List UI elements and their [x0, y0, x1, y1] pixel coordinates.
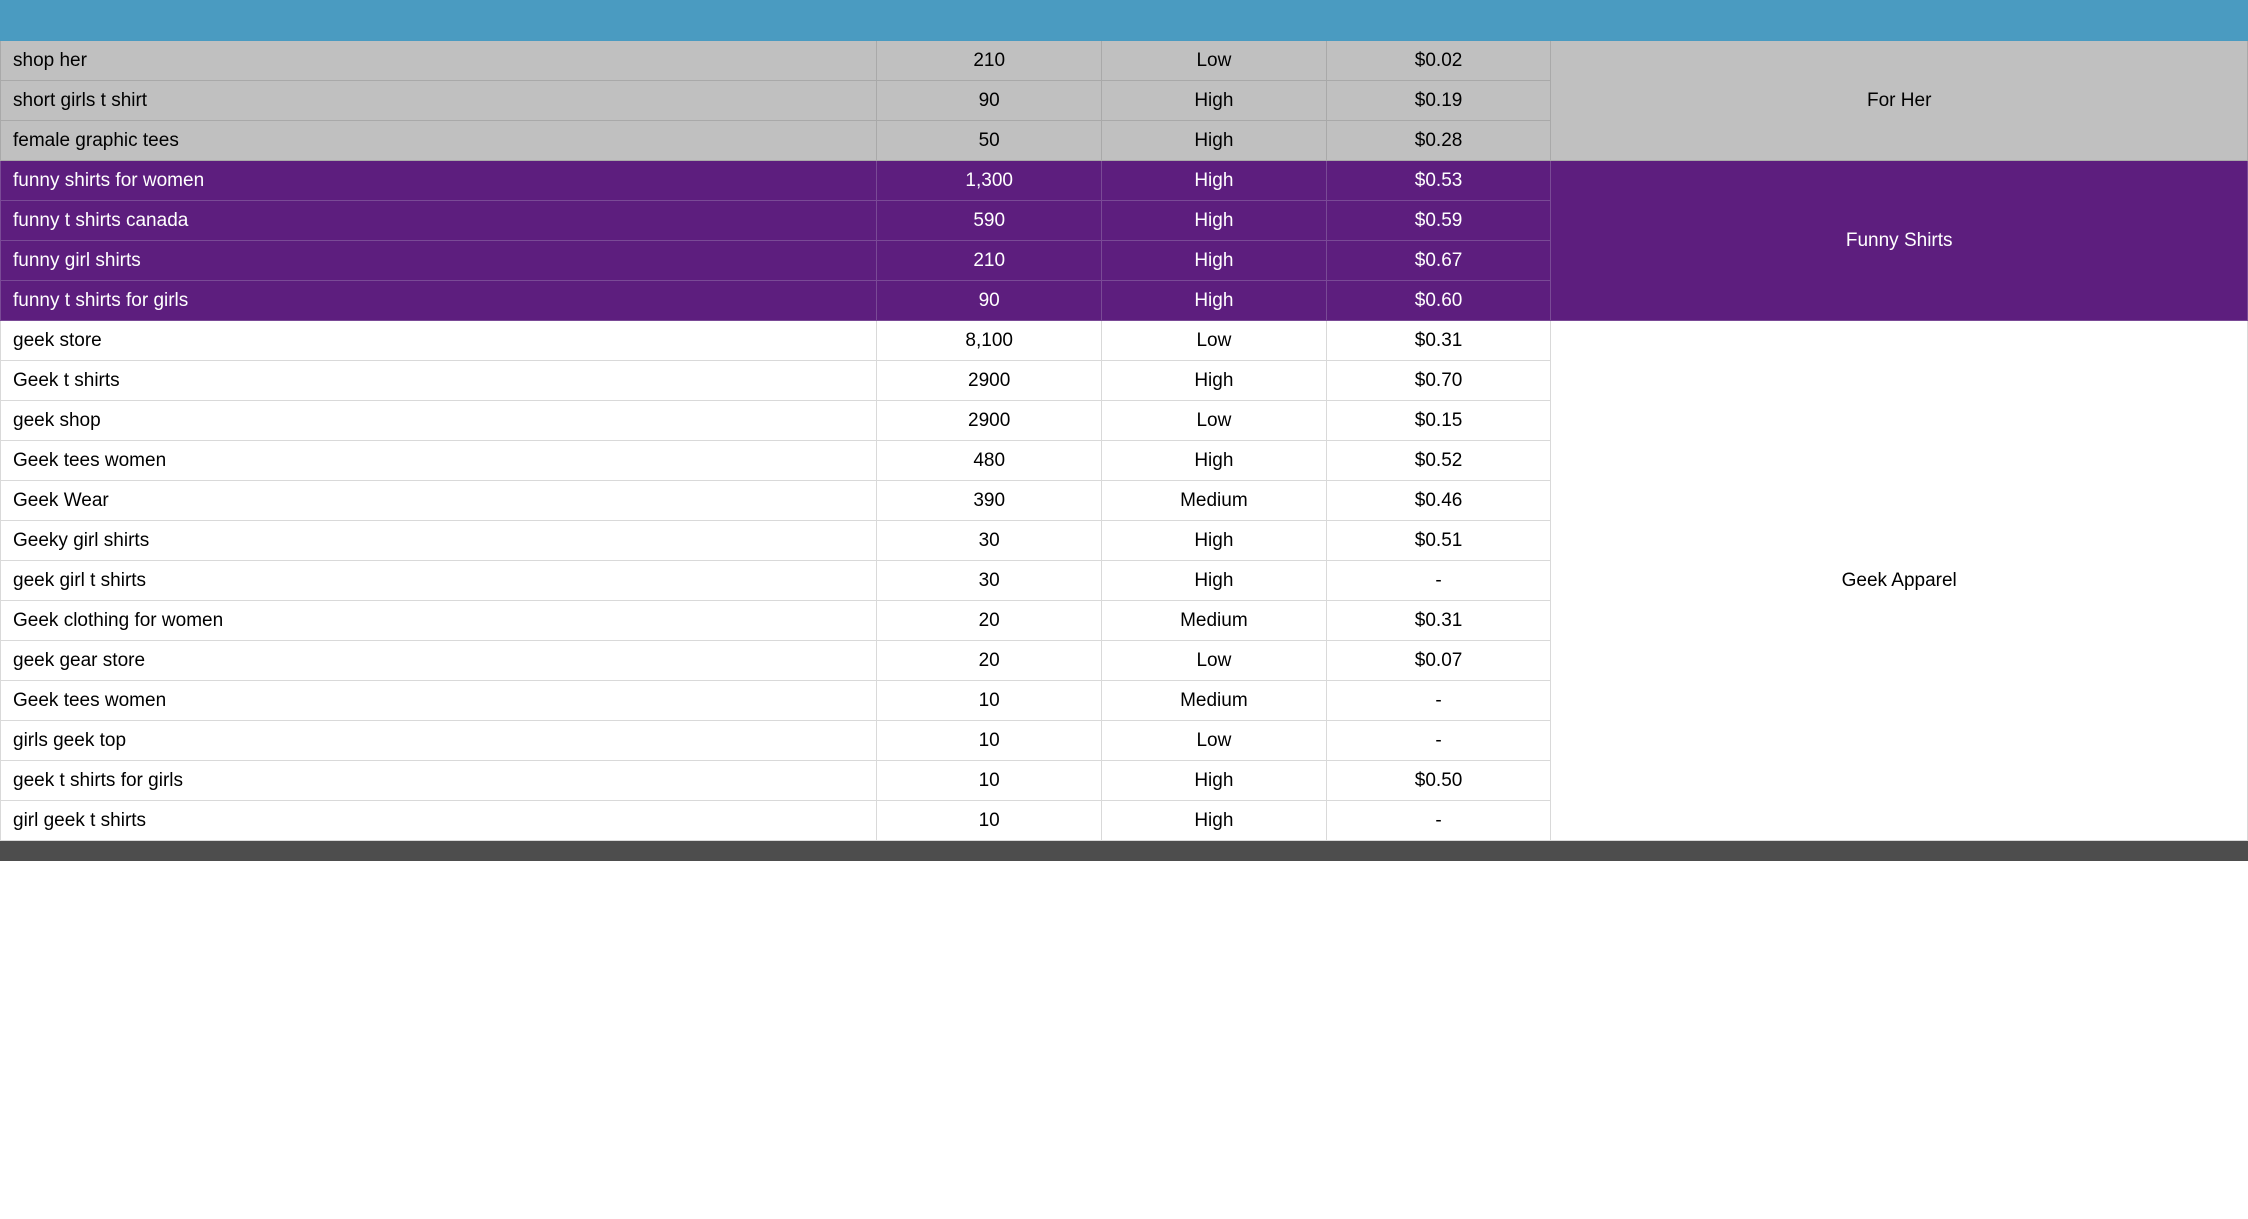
header-category[interactable]	[1551, 1, 2248, 41]
cell-cpc[interactable]: $0.28	[1326, 121, 1551, 161]
cell-keyword[interactable]: shop her	[1, 41, 877, 81]
cell-competition[interactable]: High	[1102, 281, 1327, 321]
cell-cpc[interactable]: $0.59	[1326, 201, 1551, 241]
keyword-table: shop her210Low$0.02For Hershort girls t …	[0, 0, 2248, 861]
cell-category[interactable]	[1551, 841, 2248, 861]
cell-cpc[interactable]: $0.70	[1326, 361, 1551, 401]
table-header-row	[1, 1, 2248, 41]
table-row-partial	[1, 841, 2248, 861]
cell-keyword[interactable]: geek t shirts for girls	[1, 761, 877, 801]
cell-category[interactable]: For Her	[1551, 41, 2248, 161]
cell-keyword[interactable]: Geek t shirts	[1, 361, 877, 401]
cell-competition[interactable]: Medium	[1102, 681, 1327, 721]
cell-cpc[interactable]: $0.46	[1326, 481, 1551, 521]
cell-competition[interactable]: High	[1102, 361, 1327, 401]
cell-keyword[interactable]: short girls t shirt	[1, 81, 877, 121]
cell-cpc[interactable]: -	[1326, 681, 1551, 721]
cell-competition[interactable]: Low	[1102, 641, 1327, 681]
cell-keyword[interactable]: female graphic tees	[1, 121, 877, 161]
cell-cpc[interactable]	[1326, 841, 1551, 861]
cell-competition[interactable]: High	[1102, 81, 1327, 121]
table-row: geek store8,100Low$0.31Geek Apparel	[1, 321, 2248, 361]
cell-competition[interactable]: Low	[1102, 401, 1327, 441]
cell-competition[interactable]: Medium	[1102, 481, 1327, 521]
cell-competition[interactable]: High	[1102, 161, 1327, 201]
cell-volume[interactable]: 10	[877, 721, 1102, 761]
cell-keyword[interactable]: Geek tees women	[1, 441, 877, 481]
cell-keyword[interactable]: geek gear store	[1, 641, 877, 681]
cell-cpc[interactable]: -	[1326, 801, 1551, 841]
cell-volume[interactable]: 590	[877, 201, 1102, 241]
cell-keyword[interactable]: funny t shirts for girls	[1, 281, 877, 321]
cell-volume[interactable]: 20	[877, 601, 1102, 641]
cell-cpc[interactable]: $0.51	[1326, 521, 1551, 561]
cell-cpc[interactable]: $0.15	[1326, 401, 1551, 441]
cell-competition[interactable]: High	[1102, 241, 1327, 281]
cell-volume[interactable]: 10	[877, 681, 1102, 721]
cell-volume[interactable]: 210	[877, 241, 1102, 281]
cell-cpc[interactable]: $0.31	[1326, 601, 1551, 641]
header-cpc[interactable]	[1326, 1, 1551, 41]
cell-keyword[interactable]: girl geek t shirts	[1, 801, 877, 841]
table-row: funny shirts for women1,300High$0.53Funn…	[1, 161, 2248, 201]
cell-competition[interactable]: Low	[1102, 41, 1327, 81]
cell-competition[interactable]	[1102, 841, 1327, 861]
cell-keyword[interactable]: funny shirts for women	[1, 161, 877, 201]
cell-competition[interactable]: High	[1102, 441, 1327, 481]
cell-competition[interactable]: Medium	[1102, 601, 1327, 641]
cell-cpc[interactable]: $0.07	[1326, 641, 1551, 681]
cell-competition[interactable]: High	[1102, 561, 1327, 601]
cell-volume[interactable]: 30	[877, 521, 1102, 561]
header-volume[interactable]	[877, 1, 1102, 41]
cell-keyword[interactable]: geek shop	[1, 401, 877, 441]
cell-volume[interactable]: 10	[877, 761, 1102, 801]
cell-volume[interactable]: 480	[877, 441, 1102, 481]
cell-volume[interactable]: 50	[877, 121, 1102, 161]
cell-volume[interactable]: 90	[877, 81, 1102, 121]
cell-competition[interactable]: Low	[1102, 321, 1327, 361]
cell-keyword[interactable]	[1, 841, 877, 861]
cell-category[interactable]: Funny Shirts	[1551, 161, 2248, 321]
cell-volume[interactable]: 2900	[877, 401, 1102, 441]
cell-keyword[interactable]: funny girl shirts	[1, 241, 877, 281]
table-row: shop her210Low$0.02For Her	[1, 41, 2248, 81]
cell-keyword[interactable]: Geeky girl shirts	[1, 521, 877, 561]
cell-competition[interactable]: High	[1102, 201, 1327, 241]
cell-volume[interactable]	[877, 841, 1102, 861]
cell-volume[interactable]: 1,300	[877, 161, 1102, 201]
cell-volume[interactable]: 20	[877, 641, 1102, 681]
cell-volume[interactable]: 8,100	[877, 321, 1102, 361]
cell-cpc[interactable]: $0.50	[1326, 761, 1551, 801]
cell-competition[interactable]: High	[1102, 761, 1327, 801]
header-competition[interactable]	[1102, 1, 1327, 41]
cell-cpc[interactable]: $0.67	[1326, 241, 1551, 281]
cell-cpc[interactable]: $0.52	[1326, 441, 1551, 481]
cell-cpc[interactable]: -	[1326, 561, 1551, 601]
cell-cpc[interactable]: $0.02	[1326, 41, 1551, 81]
cell-cpc[interactable]: $0.60	[1326, 281, 1551, 321]
cell-cpc[interactable]: -	[1326, 721, 1551, 761]
cell-competition[interactable]: High	[1102, 121, 1327, 161]
cell-volume[interactable]: 2900	[877, 361, 1102, 401]
cell-volume[interactable]: 10	[877, 801, 1102, 841]
cell-volume[interactable]: 210	[877, 41, 1102, 81]
cell-keyword[interactable]: geek girl t shirts	[1, 561, 877, 601]
cell-keyword[interactable]: geek store	[1, 321, 877, 361]
cell-competition[interactable]: Low	[1102, 721, 1327, 761]
cell-keyword[interactable]: Geek Wear	[1, 481, 877, 521]
cell-volume[interactable]: 390	[877, 481, 1102, 521]
cell-volume[interactable]: 30	[877, 561, 1102, 601]
cell-cpc[interactable]: $0.53	[1326, 161, 1551, 201]
cell-keyword[interactable]: funny t shirts canada	[1, 201, 877, 241]
cell-cpc[interactable]: $0.31	[1326, 321, 1551, 361]
cell-keyword[interactable]: Geek clothing for women	[1, 601, 877, 641]
cell-competition[interactable]: High	[1102, 521, 1327, 561]
cell-volume[interactable]: 90	[877, 281, 1102, 321]
cell-cpc[interactable]: $0.19	[1326, 81, 1551, 121]
cell-category[interactable]: Geek Apparel	[1551, 321, 2248, 841]
cell-keyword[interactable]: Geek tees women	[1, 681, 877, 721]
header-keyword[interactable]	[1, 1, 877, 41]
cell-keyword[interactable]: girls geek top	[1, 721, 877, 761]
cell-competition[interactable]: High	[1102, 801, 1327, 841]
